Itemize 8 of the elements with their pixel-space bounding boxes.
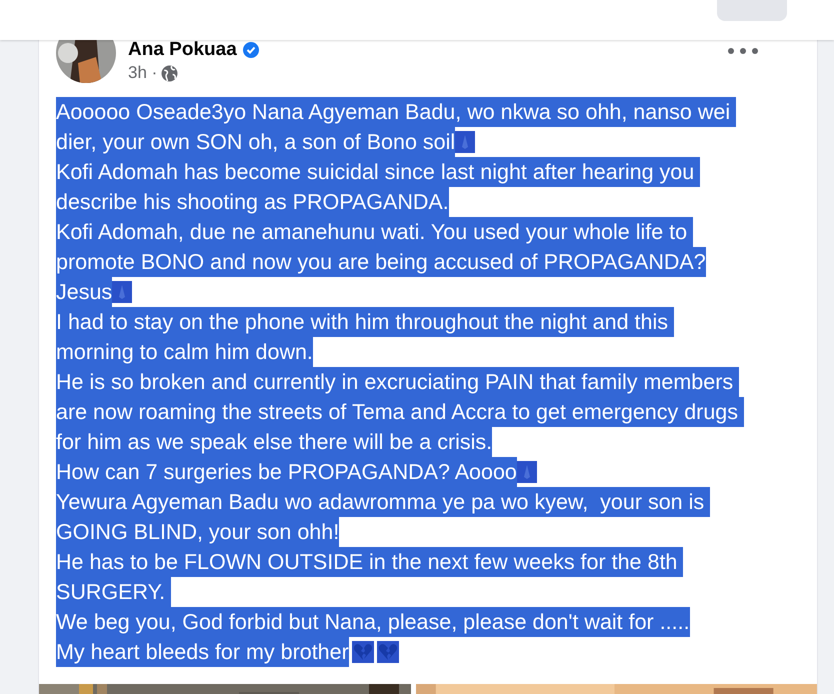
post-time[interactable]: 3h · [128, 63, 158, 83]
emoji-icon [516, 461, 537, 483]
emoji-icon [455, 131, 476, 153]
broken-heart-icon [352, 641, 374, 663]
globe-icon [161, 64, 178, 82]
emoji-icon [112, 281, 132, 303]
author-name[interactable]: Ana Pokuaa [128, 39, 237, 61]
broken-heart-icon [376, 641, 399, 663]
